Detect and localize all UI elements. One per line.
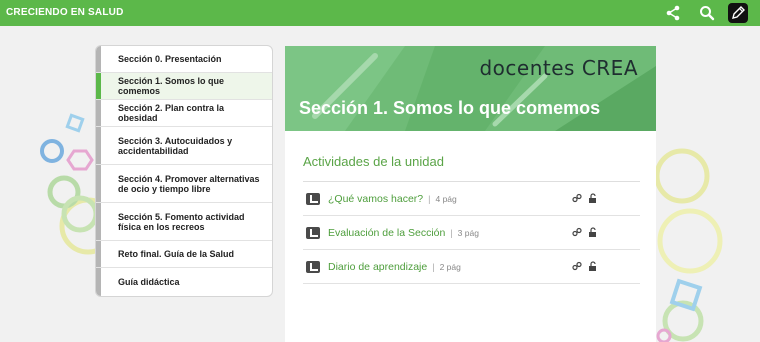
section-banner: docentes CREA Sección 1. Somos lo que co… <box>285 46 656 131</box>
activity-pages: 3 pág <box>457 227 479 238</box>
unlock-icon[interactable] <box>588 261 598 271</box>
activity-row: ¿Qué vamos hacer? | 4 pág <box>303 182 640 216</box>
activities-title: Actividades de la unidad <box>303 154 640 182</box>
sidebar-item-seccion-4[interactable]: Sección 4. Promover alternativas de ocio… <box>96 165 272 203</box>
top-bar: CRECIENDO EN SALUD <box>0 0 760 26</box>
sidebar-item-label: Reto final. Guía de la Salud <box>118 249 235 259</box>
app-title: CRECIENDO EN SALUD <box>6 7 124 18</box>
activities-panel: Actividades de la unidad ¿Qué vamos hace… <box>303 154 640 284</box>
sidebar-item-label: Sección 5. Fomento actividad física en l… <box>118 211 245 232</box>
pencil-icon[interactable] <box>728 3 748 23</box>
sidebar-item-seccion-1[interactable]: Sección 1. Somos lo que comemos <box>96 73 272 100</box>
sidebar-item-seccion-0[interactable]: Sección 0. Presentación <box>96 46 272 73</box>
sidebar-item-seccion-5[interactable]: Sección 5. Fomento actividad física en l… <box>96 203 272 241</box>
sidebar-item-seccion-2[interactable]: Sección 2. Plan contra la obesidad <box>96 100 272 127</box>
sidebar-item-label: Sección 2. Plan contra la obesidad <box>118 103 225 123</box>
brand-logo: docentes CREA <box>479 56 638 80</box>
unlock-icon[interactable] <box>588 193 598 203</box>
search-icon[interactable] <box>698 4 716 22</box>
activity-link[interactable]: Diario de aprendizaje <box>328 261 427 273</box>
activity-row: Evaluación de la Sección | 3 pág <box>303 216 640 250</box>
sidebar-item-guia-didactica[interactable]: Guía didáctica <box>96 268 272 295</box>
link-icon[interactable] <box>572 261 582 271</box>
section-heading: Sección 1. Somos lo que comemos <box>299 98 601 118</box>
separator: | <box>428 193 431 204</box>
main-content: docentes CREA Sección 1. Somos lo que co… <box>285 46 656 342</box>
activity-link[interactable]: Evaluación de la Sección <box>328 227 445 239</box>
activity-link[interactable]: ¿Qué vamos hacer? <box>328 193 423 205</box>
sidebar-item-label: Sección 0. Presentación <box>118 54 222 64</box>
unlock-icon[interactable] <box>588 227 598 237</box>
separator: | <box>450 227 453 238</box>
activity-pages: 4 pág <box>435 193 457 204</box>
section-sidebar: Sección 0. Presentación Sección 1. Somos… <box>95 45 273 297</box>
sidebar-item-label: Sección 1. Somos lo que comemos <box>118 76 225 96</box>
sidebar-item-label: Sección 4. Promover alternativas de ocio… <box>118 173 260 194</box>
activity-type-icon <box>306 226 320 239</box>
separator: | <box>432 261 435 272</box>
sidebar-item-seccion-3[interactable]: Sección 3. Autocuidados y accidentabilid… <box>96 127 272 165</box>
link-icon[interactable] <box>572 193 582 203</box>
link-icon[interactable] <box>572 227 582 237</box>
activity-row: Diario de aprendizaje | 2 pág <box>303 250 640 284</box>
sidebar-item-label: Sección 3. Autocuidados y accidentabilid… <box>118 135 233 156</box>
activity-type-icon <box>306 192 320 205</box>
share-icon[interactable] <box>664 4 682 22</box>
activity-type-icon <box>306 260 320 273</box>
sidebar-item-reto-final[interactable]: Reto final. Guía de la Salud <box>96 241 272 268</box>
activity-pages: 2 pág <box>439 261 461 272</box>
sidebar-item-label: Guía didáctica <box>118 276 180 287</box>
